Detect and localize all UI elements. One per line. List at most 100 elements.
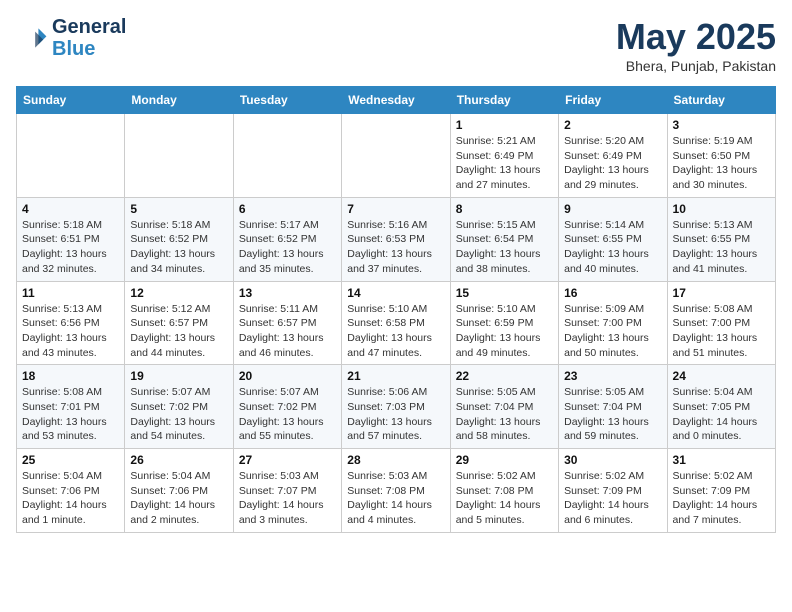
calendar-cell: 19 Sunrise: 5:07 AM Sunset: 7:02 PM Dayli… — [125, 365, 233, 449]
calendar-header-sunday: Sunday — [17, 87, 125, 114]
day-info: Sunrise: 5:04 AM Sunset: 7:06 PM Dayligh… — [22, 469, 119, 528]
day-info: Sunrise: 5:20 AM Sunset: 6:49 PM Dayligh… — [564, 134, 661, 193]
calendar-cell: 26 Sunrise: 5:04 AM Sunset: 7:06 PM Dayli… — [125, 449, 233, 533]
day-info: Sunrise: 5:03 AM Sunset: 7:08 PM Dayligh… — [347, 469, 444, 528]
calendar-cell: 24 Sunrise: 5:04 AM Sunset: 7:05 PM Dayli… — [667, 365, 775, 449]
day-number: 14 — [347, 286, 444, 300]
day-info: Sunrise: 5:04 AM Sunset: 7:05 PM Dayligh… — [673, 385, 770, 444]
calendar-cell: 18Sunrise: 5:08 AM Sunset: 7:01 PM Dayli… — [17, 365, 125, 449]
day-number: 19 — [130, 369, 227, 383]
calendar-cell: 20 Sunrise: 5:07 AM Sunset: 7:02 PM Dayli… — [233, 365, 341, 449]
day-info: Sunrise: 5:13 AM Sunset: 6:55 PM Dayligh… — [673, 218, 770, 277]
day-info: Sunrise: 5:02 AM Sunset: 7:09 PM Dayligh… — [564, 469, 661, 528]
day-number: 24 — [673, 369, 770, 383]
day-number: 31 — [673, 453, 770, 467]
calendar-cell: 10 Sunrise: 5:13 AM Sunset: 6:55 PM Dayli… — [667, 197, 775, 281]
day-info: Sunrise: 5:05 AM Sunset: 7:04 PM Dayligh… — [564, 385, 661, 444]
day-number: 12 — [130, 286, 227, 300]
day-number: 4 — [22, 202, 119, 216]
title-block: May 2025 Bhera, Punjab, Pakistan — [616, 16, 776, 74]
calendar-header-saturday: Saturday — [667, 87, 775, 114]
location-subtitle: Bhera, Punjab, Pakistan — [616, 58, 776, 74]
day-info: Sunrise: 5:09 AM Sunset: 7:00 PM Dayligh… — [564, 302, 661, 361]
calendar-week-row: 18Sunrise: 5:08 AM Sunset: 7:01 PM Dayli… — [17, 365, 776, 449]
day-number: 5 — [130, 202, 227, 216]
calendar-cell: 30 Sunrise: 5:02 AM Sunset: 7:09 PM Dayli… — [559, 449, 667, 533]
day-number: 17 — [673, 286, 770, 300]
calendar-week-row: 1Sunrise: 5:21 AM Sunset: 6:49 PM Daylig… — [17, 114, 776, 198]
day-number: 9 — [564, 202, 661, 216]
day-info: Sunrise: 5:12 AM Sunset: 6:57 PM Dayligh… — [130, 302, 227, 361]
day-number: 3 — [673, 118, 770, 132]
day-number: 13 — [239, 286, 336, 300]
calendar-header-wednesday: Wednesday — [342, 87, 450, 114]
calendar-cell: 31 Sunrise: 5:02 AM Sunset: 7:09 PM Dayli… — [667, 449, 775, 533]
day-number: 8 — [456, 202, 553, 216]
logo: General Blue — [16, 16, 126, 60]
day-info: Sunrise: 5:18 AM Sunset: 6:52 PM Dayligh… — [130, 218, 227, 277]
calendar-cell: 4Sunrise: 5:18 AM Sunset: 6:51 PM Daylig… — [17, 197, 125, 281]
day-number: 27 — [239, 453, 336, 467]
calendar-cell: 27Sunrise: 5:03 AM Sunset: 7:07 PM Dayli… — [233, 449, 341, 533]
calendar-cell: 28Sunrise: 5:03 AM Sunset: 7:08 PM Dayli… — [342, 449, 450, 533]
calendar-cell — [17, 114, 125, 198]
calendar-cell: 3 Sunrise: 5:19 AM Sunset: 6:50 PM Daylig… — [667, 114, 775, 198]
day-number: 18 — [22, 369, 119, 383]
calendar-cell: 13 Sunrise: 5:11 AM Sunset: 6:57 PM Dayli… — [233, 281, 341, 365]
calendar-cell: 7Sunrise: 5:16 AM Sunset: 6:53 PM Daylig… — [342, 197, 450, 281]
day-info: Sunrise: 5:19 AM Sunset: 6:50 PM Dayligh… — [673, 134, 770, 193]
calendar-cell: 23 Sunrise: 5:05 AM Sunset: 7:04 PM Dayli… — [559, 365, 667, 449]
calendar-cell — [125, 114, 233, 198]
calendar-week-row: 11Sunrise: 5:13 AM Sunset: 6:56 PM Dayli… — [17, 281, 776, 365]
calendar-cell: 9 Sunrise: 5:14 AM Sunset: 6:55 PM Daylig… — [559, 197, 667, 281]
day-number: 10 — [673, 202, 770, 216]
calendar-cell: 17Sunrise: 5:08 AM Sunset: 7:00 PM Dayli… — [667, 281, 775, 365]
day-info: Sunrise: 5:07 AM Sunset: 7:02 PM Dayligh… — [130, 385, 227, 444]
calendar-cell: 15 Sunrise: 5:10 AM Sunset: 6:59 PM Dayli… — [450, 281, 558, 365]
calendar-cell: 5 Sunrise: 5:18 AM Sunset: 6:52 PM Daylig… — [125, 197, 233, 281]
day-info: Sunrise: 5:06 AM Sunset: 7:03 PM Dayligh… — [347, 385, 444, 444]
day-info: Sunrise: 5:02 AM Sunset: 7:09 PM Dayligh… — [673, 469, 770, 528]
day-info: Sunrise: 5:10 AM Sunset: 6:59 PM Dayligh… — [456, 302, 553, 361]
calendar-cell: 21 Sunrise: 5:06 AM Sunset: 7:03 PM Dayli… — [342, 365, 450, 449]
day-number: 16 — [564, 286, 661, 300]
calendar-cell: 29Sunrise: 5:02 AM Sunset: 7:08 PM Dayli… — [450, 449, 558, 533]
calendar-cell — [342, 114, 450, 198]
day-info: Sunrise: 5:05 AM Sunset: 7:04 PM Dayligh… — [456, 385, 553, 444]
logo-icon — [16, 22, 48, 54]
day-info: Sunrise: 5:07 AM Sunset: 7:02 PM Dayligh… — [239, 385, 336, 444]
calendar-header-row: SundayMondayTuesdayWednesdayThursdayFrid… — [17, 87, 776, 114]
day-info: Sunrise: 5:11 AM Sunset: 6:57 PM Dayligh… — [239, 302, 336, 361]
calendar-cell: 16 Sunrise: 5:09 AM Sunset: 7:00 PM Dayli… — [559, 281, 667, 365]
day-number: 23 — [564, 369, 661, 383]
day-info: Sunrise: 5:02 AM Sunset: 7:08 PM Dayligh… — [456, 469, 553, 528]
day-info: Sunrise: 5:04 AM Sunset: 7:06 PM Dayligh… — [130, 469, 227, 528]
calendar-cell: 11Sunrise: 5:13 AM Sunset: 6:56 PM Dayli… — [17, 281, 125, 365]
calendar-cell: 22 Sunrise: 5:05 AM Sunset: 7:04 PM Dayli… — [450, 365, 558, 449]
day-number: 7 — [347, 202, 444, 216]
calendar-cell: 1Sunrise: 5:21 AM Sunset: 6:49 PM Daylig… — [450, 114, 558, 198]
calendar-cell: 12 Sunrise: 5:12 AM Sunset: 6:57 PM Dayli… — [125, 281, 233, 365]
day-number: 22 — [456, 369, 553, 383]
day-number: 21 — [347, 369, 444, 383]
day-info: Sunrise: 5:14 AM Sunset: 6:55 PM Dayligh… — [564, 218, 661, 277]
calendar-table: SundayMondayTuesdayWednesdayThursdayFrid… — [16, 86, 776, 533]
day-number: 26 — [130, 453, 227, 467]
logo-text: General Blue — [52, 16, 126, 60]
calendar-header-friday: Friday — [559, 87, 667, 114]
calendar-cell: 6Sunrise: 5:17 AM Sunset: 6:52 PM Daylig… — [233, 197, 341, 281]
calendar-header-thursday: Thursday — [450, 87, 558, 114]
calendar-cell: 8 Sunrise: 5:15 AM Sunset: 6:54 PM Daylig… — [450, 197, 558, 281]
day-info: Sunrise: 5:10 AM Sunset: 6:58 PM Dayligh… — [347, 302, 444, 361]
day-number: 30 — [564, 453, 661, 467]
page-header: General Blue May 2025 Bhera, Punjab, Pak… — [16, 16, 776, 74]
day-number: 25 — [22, 453, 119, 467]
calendar-cell — [233, 114, 341, 198]
day-info: Sunrise: 5:15 AM Sunset: 6:54 PM Dayligh… — [456, 218, 553, 277]
day-number: 11 — [22, 286, 119, 300]
day-number: 20 — [239, 369, 336, 383]
day-info: Sunrise: 5:17 AM Sunset: 6:52 PM Dayligh… — [239, 218, 336, 277]
day-info: Sunrise: 5:21 AM Sunset: 6:49 PM Dayligh… — [456, 134, 553, 193]
day-number: 15 — [456, 286, 553, 300]
calendar-header-monday: Monday — [125, 87, 233, 114]
